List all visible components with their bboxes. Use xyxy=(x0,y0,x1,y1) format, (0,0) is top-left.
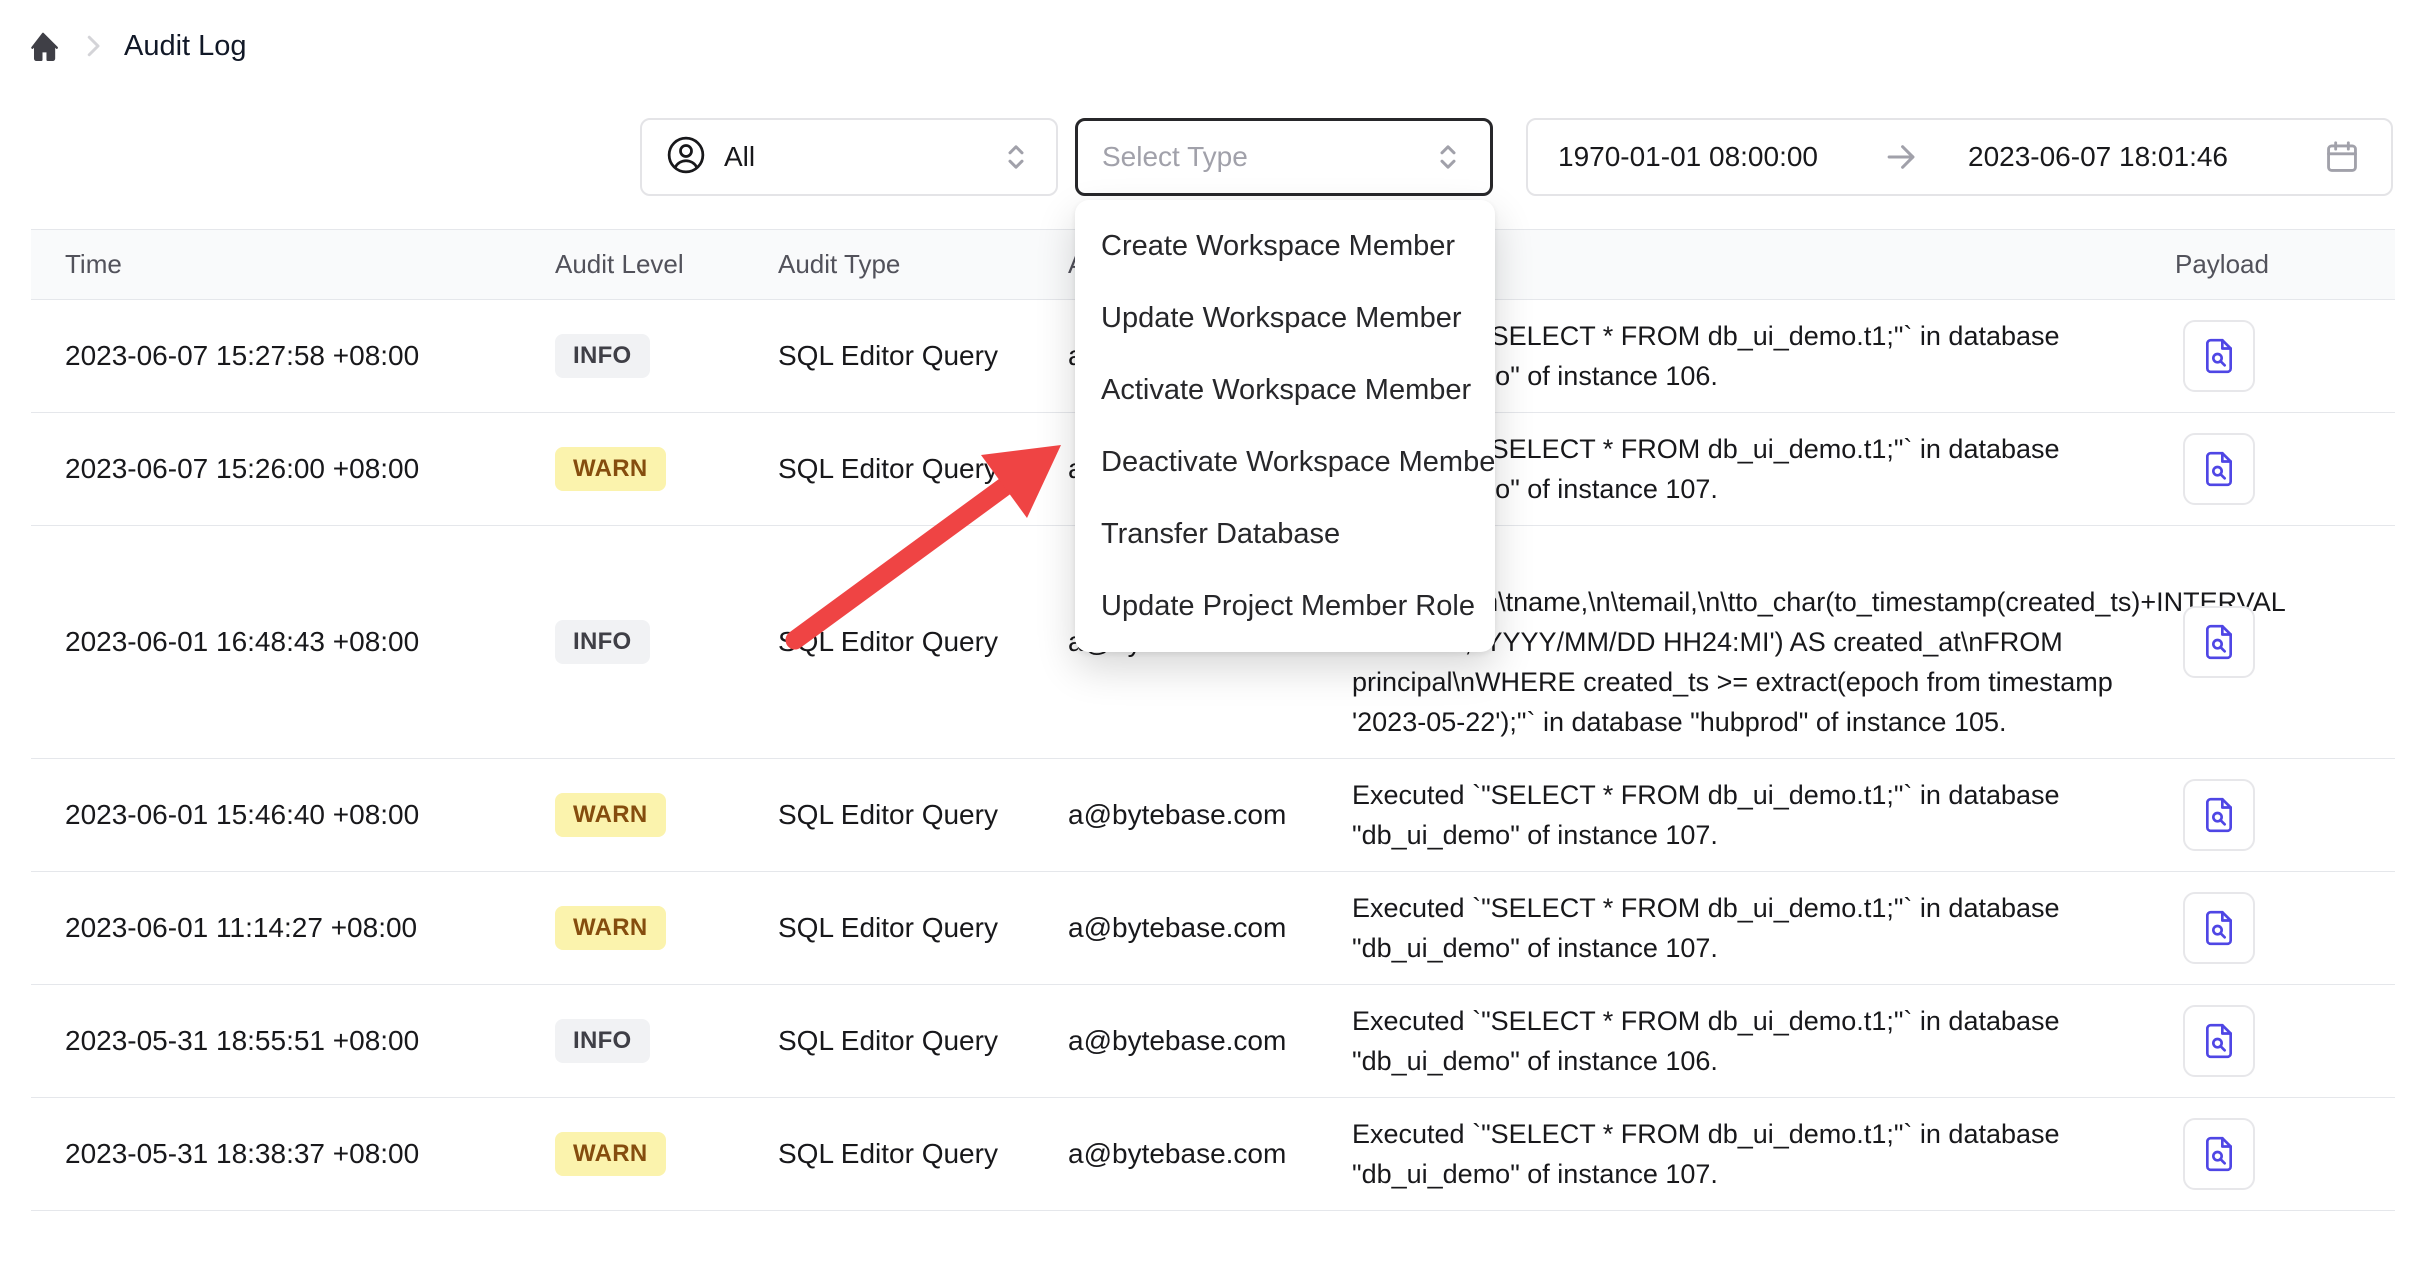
cell-time: 2023-05-31 18:38:37 +08:00 xyxy=(65,1138,555,1170)
type-dropdown-option[interactable]: Update Project Member Role xyxy=(1075,570,1495,642)
cell-audit-type: SQL Editor Query xyxy=(778,626,1068,658)
type-select-placeholder: Select Type xyxy=(1102,141,1248,173)
audit-level-badge: INFO xyxy=(555,334,650,378)
cell-actor: a@bytebase.com xyxy=(1068,1025,1352,1057)
user-circle-icon xyxy=(664,133,708,182)
file-search-icon xyxy=(2199,336,2239,376)
table-row: 2023-06-01 15:46:40 +08:00 WARN SQL Edit… xyxy=(31,759,2395,872)
calendar-icon xyxy=(2323,138,2361,176)
type-dropdown-option[interactable]: Activate Workspace Member xyxy=(1075,354,1495,426)
audit-level-badge: INFO xyxy=(555,1019,650,1063)
chevron-up-down-icon xyxy=(1430,139,1466,175)
payload-view-button[interactable] xyxy=(2183,779,2255,851)
cell-comment: Executed `"SELECT * FROM db_ui_demo.t1;"… xyxy=(1352,775,2175,855)
cell-audit-type: SQL Editor Query xyxy=(778,912,1068,944)
date-range-start: 1970-01-01 08:00:00 xyxy=(1558,141,1818,173)
table-row: 2023-05-31 18:55:51 +08:00 INFO SQL Edit… xyxy=(31,985,2395,1098)
cell-audit-type: SQL Editor Query xyxy=(778,1025,1068,1057)
col-header-time: Time xyxy=(65,249,555,280)
cell-audit-type: SQL Editor Query xyxy=(778,799,1068,831)
type-dropdown-option[interactable]: Create Workspace Member xyxy=(1075,210,1495,282)
payload-view-button[interactable] xyxy=(2183,433,2255,505)
type-dropdown-option[interactable]: Transfer Database xyxy=(1075,498,1495,570)
audit-level-badge: WARN xyxy=(555,793,666,837)
file-search-icon xyxy=(2199,1134,2239,1174)
page-title: Audit Log xyxy=(124,30,247,63)
type-dropdown-option[interactable]: Update Workspace Member xyxy=(1075,282,1495,354)
cell-time: 2023-06-01 16:48:43 +08:00 xyxy=(65,626,555,658)
cell-time: 2023-05-31 18:55:51 +08:00 xyxy=(65,1025,555,1057)
type-dropdown-option[interactable]: Deactivate Workspace Member xyxy=(1075,426,1495,498)
audit-level-badge: INFO xyxy=(555,620,650,664)
cell-time: 2023-06-01 11:14:27 +08:00 xyxy=(65,912,555,944)
payload-view-button[interactable] xyxy=(2183,606,2255,678)
date-range-end: 2023-06-07 18:01:46 xyxy=(1968,141,2228,173)
cell-comment: Executed `"SELECT * FROM db_ui_demo.t1;"… xyxy=(1352,1114,2175,1194)
audit-level-badge: WARN xyxy=(555,447,666,491)
chevron-up-down-icon xyxy=(998,139,1034,175)
cell-actor: a@bytebase.com xyxy=(1068,1138,1352,1170)
cell-actor: a@bytebase.com xyxy=(1068,912,1352,944)
table-row: 2023-05-31 18:38:37 +08:00 WARN SQL Edit… xyxy=(31,1098,2395,1211)
col-header-audit-level: Audit Level xyxy=(555,249,778,280)
payload-view-button[interactable] xyxy=(2183,320,2255,392)
file-search-icon xyxy=(2199,795,2239,835)
actor-scope-select[interactable]: All xyxy=(640,118,1058,196)
cell-comment: Executed `"SELECT * FROM db_ui_demo.t1;"… xyxy=(1352,1001,2175,1081)
date-range-picker[interactable]: 1970-01-01 08:00:00 2023-06-07 18:01:46 xyxy=(1526,118,2393,196)
table-row: 2023-06-01 11:14:27 +08:00 WARN SQL Edit… xyxy=(31,872,2395,985)
payload-view-button[interactable] xyxy=(2183,1118,2255,1190)
cell-time: 2023-06-07 15:27:58 +08:00 xyxy=(65,340,555,372)
breadcrumb: Audit Log xyxy=(24,22,247,70)
breadcrumb-home-button[interactable] xyxy=(24,27,62,65)
arrow-right-icon xyxy=(1882,138,1920,176)
cell-time: 2023-06-01 15:46:40 +08:00 xyxy=(65,799,555,831)
audit-level-badge: WARN xyxy=(555,1132,666,1176)
cell-comment: Executed `"SELECT * FROM db_ui_demo.t1;"… xyxy=(1352,888,2175,968)
file-search-icon xyxy=(2199,1021,2239,1061)
audit-level-badge: WARN xyxy=(555,906,666,950)
file-search-icon xyxy=(2199,622,2239,662)
type-select-dropdown: Create Workspace MemberUpdate Workspace … xyxy=(1075,200,1495,652)
cell-audit-type: SQL Editor Query xyxy=(778,453,1068,485)
col-header-audit-type: Audit Type xyxy=(778,249,1068,280)
cell-audit-type: SQL Editor Query xyxy=(778,1138,1068,1170)
file-search-icon xyxy=(2199,908,2239,948)
audit-type-select[interactable]: Select Type xyxy=(1075,118,1493,196)
payload-view-button[interactable] xyxy=(2183,1005,2255,1077)
cell-audit-type: SQL Editor Query xyxy=(778,340,1068,372)
payload-view-button[interactable] xyxy=(2183,892,2255,964)
cell-time: 2023-06-07 15:26:00 +08:00 xyxy=(65,453,555,485)
col-header-payload: Payload xyxy=(2175,249,2395,280)
chevron-right-icon xyxy=(78,31,108,61)
scope-select-value: All xyxy=(724,141,755,173)
file-search-icon xyxy=(2199,449,2239,489)
home-icon xyxy=(24,27,62,65)
cell-actor: a@bytebase.com xyxy=(1068,799,1352,831)
